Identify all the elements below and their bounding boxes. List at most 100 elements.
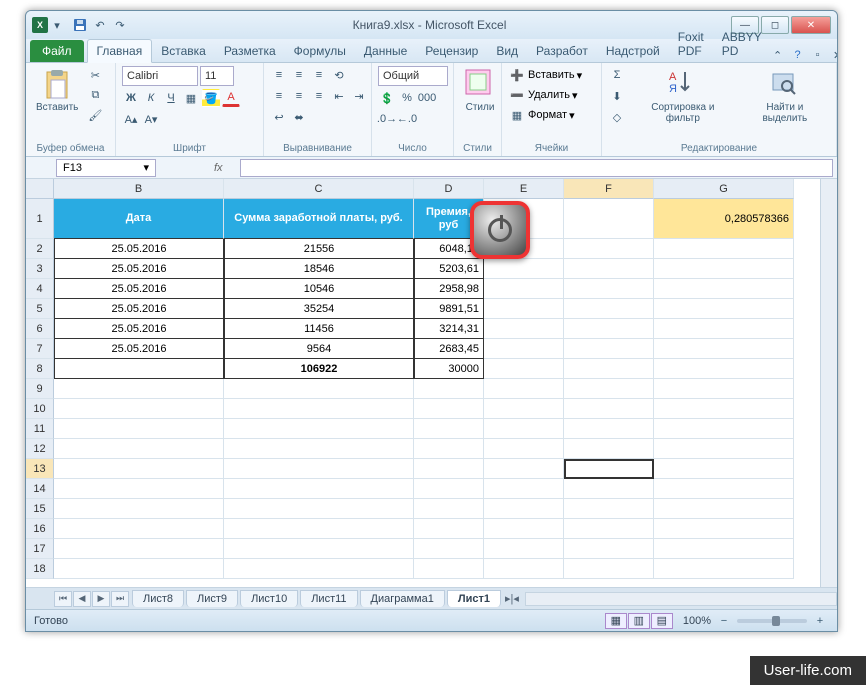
- zoom-slider[interactable]: [737, 619, 807, 623]
- cell[interactable]: [654, 379, 794, 399]
- cell[interactable]: [484, 319, 564, 339]
- cell[interactable]: [484, 339, 564, 359]
- row-header[interactable]: 11: [26, 419, 54, 439]
- cell[interactable]: [224, 559, 414, 579]
- cell[interactable]: [414, 459, 484, 479]
- cell[interactable]: [654, 539, 794, 559]
- indent-dec-icon[interactable]: ⇤: [330, 87, 348, 105]
- cell[interactable]: [414, 479, 484, 499]
- align-left-icon[interactable]: ≡: [270, 87, 288, 105]
- zoom-out-icon[interactable]: −: [715, 612, 733, 630]
- font-color-button[interactable]: A: [222, 89, 240, 107]
- save-icon[interactable]: [72, 17, 88, 33]
- row-header[interactable]: 4: [26, 279, 54, 299]
- bold-button[interactable]: Ж: [122, 89, 140, 107]
- cell[interactable]: 0,280578366: [654, 199, 794, 239]
- currency-icon[interactable]: 💲: [378, 89, 396, 107]
- tab-insert[interactable]: Вставка: [152, 40, 215, 62]
- row-header[interactable]: 17: [26, 539, 54, 559]
- cell[interactable]: [654, 559, 794, 579]
- fill-icon[interactable]: ⬇: [608, 87, 626, 105]
- cell[interactable]: [564, 499, 654, 519]
- cell[interactable]: [224, 519, 414, 539]
- cell[interactable]: [564, 399, 654, 419]
- cell[interactable]: [564, 199, 654, 239]
- selected-cell[interactable]: [564, 459, 654, 479]
- cell[interactable]: [564, 519, 654, 539]
- cell[interactable]: [654, 479, 794, 499]
- power-button-overlay[interactable]: [470, 201, 530, 259]
- cell[interactable]: [484, 359, 564, 379]
- row-header[interactable]: 7: [26, 339, 54, 359]
- row-header[interactable]: 8: [26, 359, 54, 379]
- cell[interactable]: [484, 299, 564, 319]
- autosum-icon[interactable]: Σ: [608, 66, 626, 84]
- cell[interactable]: [484, 399, 564, 419]
- row-header[interactable]: 12: [26, 439, 54, 459]
- cell[interactable]: [414, 559, 484, 579]
- cell[interactable]: [564, 359, 654, 379]
- col-header[interactable]: C: [224, 179, 414, 199]
- clear-icon[interactable]: ◇: [608, 108, 626, 126]
- cell-header[interactable]: Сумма заработной платы, руб.: [224, 199, 414, 239]
- col-header[interactable]: G: [654, 179, 794, 199]
- cell[interactable]: [564, 299, 654, 319]
- merge-icon[interactable]: ⬌: [290, 108, 308, 126]
- cell[interactable]: [54, 499, 224, 519]
- cell[interactable]: [484, 499, 564, 519]
- view-pagebreak-icon[interactable]: ▤: [651, 613, 673, 629]
- cell[interactable]: [484, 259, 564, 279]
- cell[interactable]: 25.05.2016: [54, 259, 224, 279]
- tab-foxit[interactable]: Foxit PDF: [669, 26, 713, 62]
- cut-icon[interactable]: ✂: [86, 66, 104, 84]
- window-restore-icon[interactable]: ▫: [811, 48, 825, 62]
- dec-decimal-icon[interactable]: ←.0: [398, 110, 416, 128]
- cell[interactable]: 25.05.2016: [54, 279, 224, 299]
- font-size-combo[interactable]: 11: [200, 66, 234, 86]
- cell[interactable]: 9564: [224, 339, 414, 359]
- align-top-icon[interactable]: ≡: [270, 66, 288, 84]
- paste-button[interactable]: Вставить: [32, 66, 82, 115]
- orientation-icon[interactable]: ⟲: [330, 66, 348, 84]
- find-select-button[interactable]: Найти и выделить: [740, 66, 830, 126]
- tab-nav-next-icon[interactable]: ▶: [92, 591, 110, 607]
- wrap-text-icon[interactable]: ↩: [270, 108, 288, 126]
- tab-nav-prev-icon[interactable]: ◀: [73, 591, 91, 607]
- file-tab[interactable]: Файл: [30, 40, 84, 62]
- cell[interactable]: [564, 319, 654, 339]
- cell[interactable]: [414, 399, 484, 419]
- row-header[interactable]: 18: [26, 559, 54, 579]
- row-header[interactable]: 2: [26, 239, 54, 259]
- row-header[interactable]: 1: [26, 199, 54, 239]
- cell[interactable]: [564, 379, 654, 399]
- row-header[interactable]: 13: [26, 459, 54, 479]
- row-header[interactable]: 14: [26, 479, 54, 499]
- tab-review[interactable]: Рецензир: [416, 40, 487, 62]
- tab-nav-last-icon[interactable]: ⏭: [111, 591, 129, 607]
- cell[interactable]: [484, 419, 564, 439]
- tab-scroll-icon[interactable]: ▸|◂: [505, 592, 519, 605]
- zoom-level[interactable]: 100%: [683, 615, 711, 627]
- cell[interactable]: [484, 539, 564, 559]
- cells-insert-button[interactable]: ➕Вставить▾: [508, 66, 582, 84]
- cell[interactable]: [564, 239, 654, 259]
- horizontal-scrollbar[interactable]: [525, 592, 837, 606]
- cell[interactable]: [654, 259, 794, 279]
- styles-button[interactable]: Стили: [460, 66, 500, 115]
- cell[interactable]: 30000: [414, 359, 484, 379]
- col-header[interactable]: D: [414, 179, 484, 199]
- cell[interactable]: [54, 539, 224, 559]
- cell[interactable]: [484, 439, 564, 459]
- copy-icon[interactable]: ⧉: [86, 86, 104, 104]
- cell[interactable]: [54, 419, 224, 439]
- cell[interactable]: [224, 479, 414, 499]
- formula-input[interactable]: [240, 159, 833, 177]
- cell[interactable]: [654, 399, 794, 419]
- vertical-scrollbar[interactable]: [820, 179, 837, 587]
- cell[interactable]: [564, 439, 654, 459]
- tab-abbyy[interactable]: ABBYY PD: [713, 26, 771, 62]
- name-box[interactable]: F13▾: [56, 159, 156, 177]
- tab-formulas[interactable]: Формулы: [285, 40, 355, 62]
- cell[interactable]: [564, 479, 654, 499]
- tab-developer[interactable]: Разработ: [527, 40, 597, 62]
